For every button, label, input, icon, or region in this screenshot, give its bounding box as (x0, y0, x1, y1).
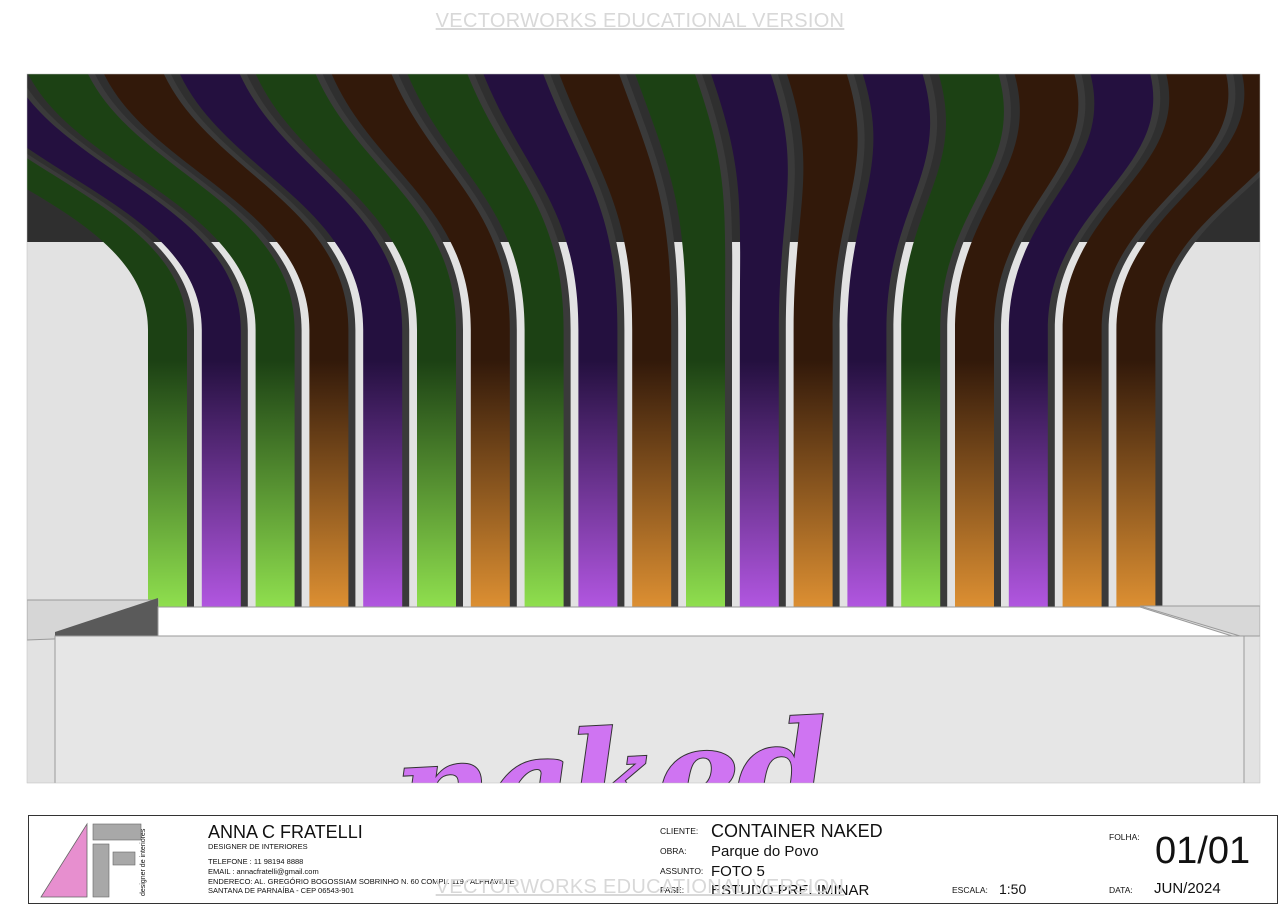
ceiling-slats (27, 74, 1260, 607)
obra-label: OBRA: (660, 846, 687, 856)
counter-top (157, 606, 1233, 637)
email: EMAIL : annacfratelli@gmail.com (208, 867, 319, 876)
phone: TELEFONE : 11 98194 8888 (208, 857, 304, 866)
folha-value: 01/01 (1155, 830, 1251, 872)
assunto-label: ASSUNTO: (660, 866, 704, 876)
folha-label: FOLHA: (1109, 832, 1140, 842)
rendering-view: naked (26, 73, 1261, 784)
cliente-label: CLIENTE: (660, 826, 699, 836)
designer-name: ANNA C FRATELLI (208, 822, 363, 842)
designer-role: DESIGNER DE INTERIORES (208, 842, 308, 851)
watermark-bottom: VECTORWORKS EDUCATIONAL VERSION (435, 876, 845, 898)
cliente-value: CONTAINER NAKED (711, 821, 883, 841)
obra-value: Parque do Povo (711, 843, 819, 860)
